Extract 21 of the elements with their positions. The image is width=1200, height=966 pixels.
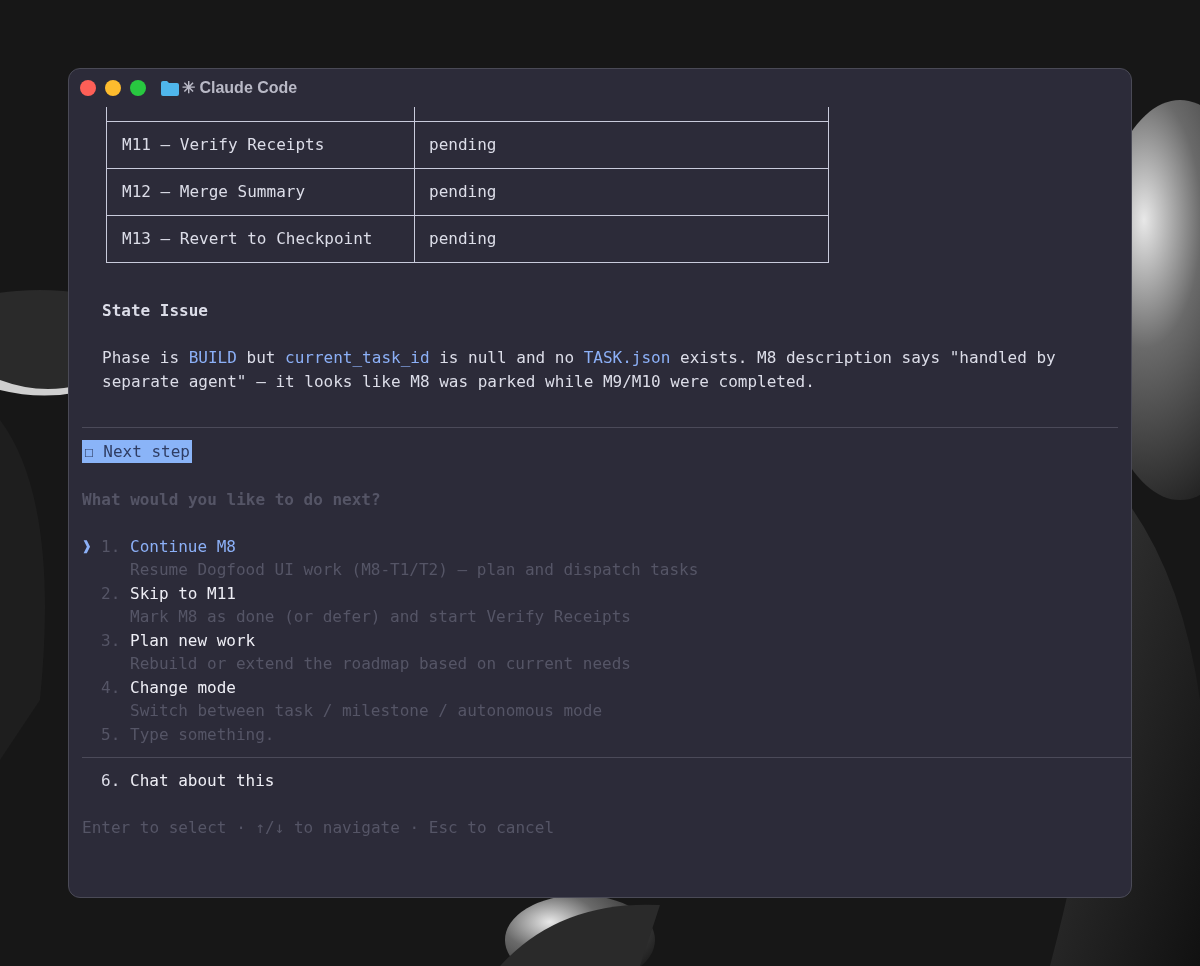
option-label[interactable]: Continue M8 — [130, 534, 236, 558]
option-label[interactable]: Change mode — [130, 675, 236, 699]
option-label[interactable]: Chat about this — [130, 769, 275, 793]
option-number: 6. — [101, 770, 122, 792]
folder-icon — [161, 80, 179, 96]
step-badge: ☐ Next step — [82, 440, 192, 463]
selection-cursor: ❱ — [82, 535, 93, 558]
table-cell-text: pending — [429, 228, 497, 251]
window-title: ✳ Claude Code — [182, 78, 298, 98]
table-cell-text: pending — [429, 181, 497, 204]
issue-paragraph: Phase is BUILD but current_task_id is null and no TASK.json exists. M8 description says "handled by separate agent" — it looks like M8 was parked while M9/M10 were completed. — [102, 347, 1057, 393]
option-label[interactable]: Plan new work — [130, 628, 256, 652]
table-cell-text: pending — [429, 134, 497, 157]
close-button[interactable] — [80, 80, 96, 96]
minimize-button[interactable] — [105, 80, 121, 96]
table-cell-text: M11 — Verify Receipts — [122, 134, 325, 157]
zoom-button[interactable] — [130, 80, 146, 96]
table-cell-text: M12 — Merge Summary — [122, 181, 306, 204]
option-label[interactable]: Skip to M11 — [130, 581, 236, 605]
section-heading: State Issue — [102, 300, 209, 322]
table-cell-text: M13 — Revert to Checkpoint — [122, 228, 373, 251]
